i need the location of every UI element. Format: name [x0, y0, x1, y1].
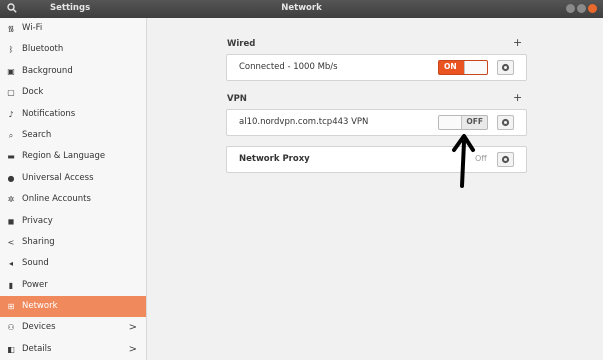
- sidebar-item-label: Notifications: [22, 108, 76, 119]
- bell-icon: ♪: [8, 109, 14, 119]
- wired-add-button[interactable]: +: [513, 36, 522, 49]
- search-icon: ⌕: [8, 130, 14, 140]
- network-panel: Wired + Connected - 1000 Mb/s ON VPN + a…: [147, 18, 603, 360]
- sidebar-item-label: Dock: [22, 87, 44, 98]
- vpn-toggle[interactable]: OFF: [438, 115, 488, 130]
- sidebar-item-search[interactable]: ⌕ Search: [0, 125, 146, 146]
- sidebar-item-devices[interactable]: ⚇ Devices >: [0, 317, 146, 338]
- gear-icon: [501, 118, 510, 127]
- wired-connection-label: Connected - 1000 Mb/s: [239, 62, 338, 72]
- sidebar-item-network[interactable]: ⊞ Network: [0, 296, 146, 318]
- wifi-icon: ᯾: [7, 24, 15, 33]
- sidebar-item-dock[interactable]: ▢ Dock: [0, 82, 146, 103]
- sidebar-item-label: Region & Language: [22, 151, 106, 162]
- toggle-label: OFF: [466, 117, 483, 126]
- network-proxy-label: Network Proxy: [239, 154, 310, 164]
- toggle-knob: [464, 61, 487, 74]
- vpn-settings-button[interactable]: [497, 115, 514, 130]
- wired-section-title: Wired: [227, 39, 256, 49]
- network-icon: ⊞: [7, 302, 15, 312]
- close-button[interactable]: [588, 4, 597, 13]
- network-proxy-row[interactable]: Network Proxy Off: [226, 146, 527, 173]
- vpn-add-button[interactable]: +: [513, 91, 522, 104]
- background-icon: ▣: [7, 66, 15, 76]
- accounts-icon: ✲: [7, 195, 15, 205]
- sidebar-item-privacy[interactable]: ◼ Privacy: [0, 211, 146, 232]
- sidebar-item-label: Bluetooth: [22, 44, 64, 55]
- vpn-connection-row: al10.nordvpn.com.tcp443 VPN OFF: [226, 109, 527, 136]
- sidebar-item-bluetooth[interactable]: ᛒ Bluetooth: [0, 39, 146, 60]
- sidebar-item-label: Devices: [22, 322, 56, 333]
- bluetooth-icon: ᛒ: [8, 45, 14, 55]
- sidebar-item-label: Details: [22, 343, 52, 354]
- titlebar: Settings Network: [0, 0, 603, 18]
- sidebar-item-universal-access[interactable]: ● Universal Access: [0, 168, 146, 189]
- sidebar-item-label: Wi-Fi: [22, 23, 43, 33]
- sidebar-item-label: Privacy: [22, 215, 53, 226]
- sidebar-item-sound[interactable]: ◂ Sound: [0, 253, 146, 274]
- sidebar-item-label: Online Accounts: [22, 194, 91, 205]
- devices-icon: ⚇: [7, 323, 15, 333]
- sidebar-item-label: Sharing: [22, 236, 55, 247]
- sidebar-item-background[interactable]: ▣ Background: [0, 61, 146, 82]
- chevron-right-icon: >: [128, 343, 137, 355]
- sidebar-item-label: Universal Access: [22, 172, 94, 183]
- sidebar-item-notifications[interactable]: ♪ Notifications: [0, 104, 146, 125]
- wired-settings-button[interactable]: [497, 60, 514, 75]
- privacy-icon: ◼: [7, 216, 15, 226]
- details-icon: ◧: [7, 344, 15, 354]
- speaker-icon: ◂: [8, 259, 13, 269]
- sidebar-item-power[interactable]: ▮ Power: [0, 275, 146, 296]
- sidebar-item-label: Sound: [22, 258, 49, 269]
- proxy-settings-button[interactable]: [497, 152, 514, 167]
- power-icon: ▮: [8, 280, 14, 290]
- toggle-knob: [439, 116, 462, 129]
- annotation-arrow-icon: [452, 134, 475, 188]
- accessibility-icon: ●: [7, 173, 15, 183]
- keyboard-icon: ▬: [7, 152, 15, 162]
- chevron-right-icon: >: [128, 322, 137, 334]
- vpn-section-title: VPN: [227, 94, 247, 104]
- window-controls: [564, 4, 597, 14]
- minimize-button[interactable]: [566, 4, 575, 13]
- sidebar-item-region-language[interactable]: ▬ Region & Language: [0, 146, 146, 167]
- sidebar-item-details[interactable]: ◧ Details >: [0, 339, 146, 360]
- sidebar-item-label: Network: [22, 301, 58, 312]
- dock-icon: ▢: [7, 88, 15, 98]
- wired-toggle[interactable]: ON: [438, 60, 488, 75]
- gear-icon: [501, 155, 510, 164]
- vpn-connection-label: al10.nordvpn.com.tcp443 VPN: [239, 117, 369, 127]
- sidebar-item-label: Background: [22, 65, 73, 76]
- share-icon: <: [7, 237, 15, 247]
- toggle-label: ON: [444, 62, 457, 71]
- wired-connection-row: Connected - 1000 Mb/s ON: [226, 54, 527, 81]
- maximize-button[interactable]: [577, 4, 586, 13]
- gear-icon: [501, 63, 510, 72]
- panel-title: Network: [281, 3, 322, 13]
- sidebar-item-wifi[interactable]: ᯾ Wi-Fi: [0, 18, 146, 39]
- sidebar-item-label: Power: [22, 279, 48, 290]
- sidebar-item-sharing[interactable]: < Sharing: [0, 232, 146, 253]
- sidebar-item-label: Search: [22, 129, 52, 140]
- sidebar: ᯾ Wi-Fi ᛒ Bluetooth ▣ Background ▢ Dock ♪ Not…: [0, 18, 147, 360]
- sidebar-item-online-accounts[interactable]: ✲ Online Accounts: [0, 189, 146, 210]
